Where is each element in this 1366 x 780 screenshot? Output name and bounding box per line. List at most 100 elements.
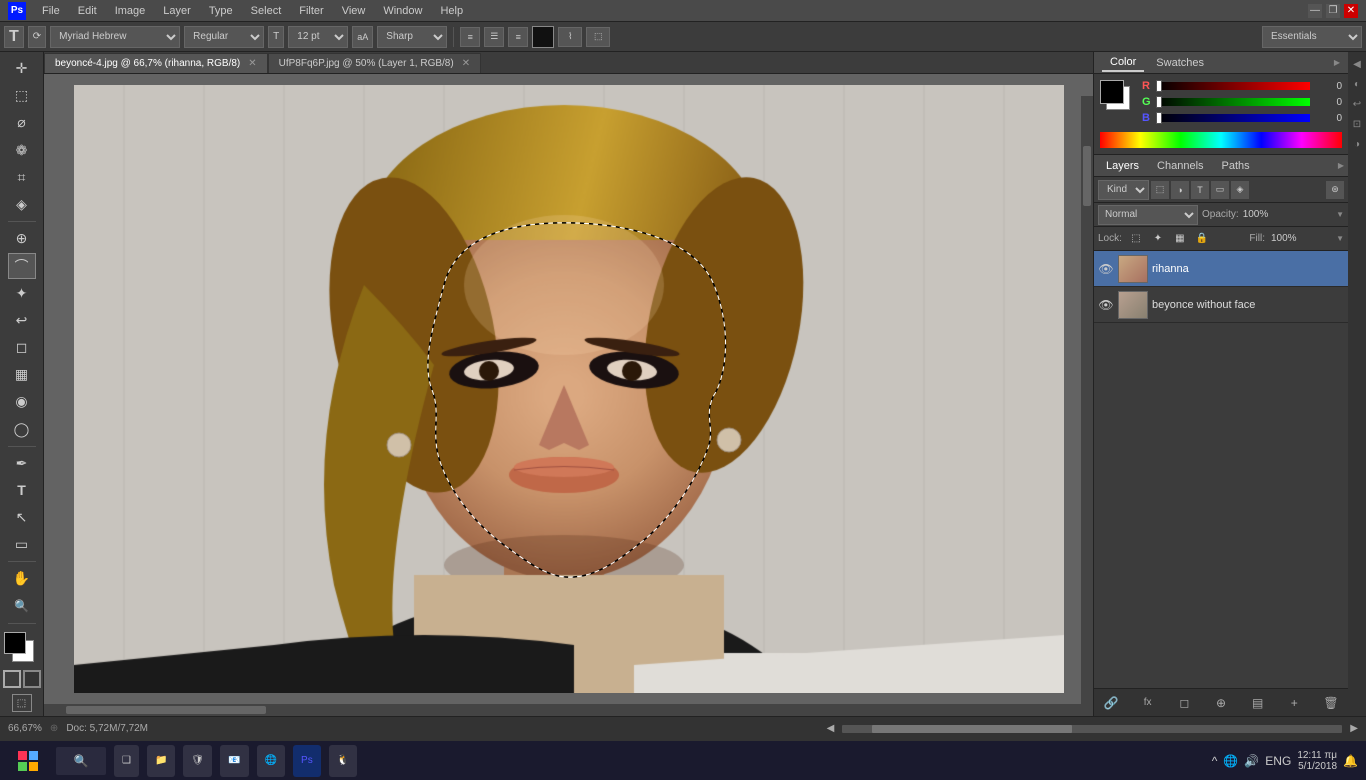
b-slider[interactable] bbox=[1156, 114, 1310, 122]
notification-icon[interactable]: 🔔 bbox=[1343, 754, 1358, 768]
filter-toggle-btn[interactable]: ⊛ bbox=[1326, 181, 1344, 199]
canvas-hscroll-thumb[interactable] bbox=[66, 706, 266, 714]
workspace-select[interactable]: Essentials bbox=[1262, 26, 1362, 48]
taskbar-mail[interactable]: 📧 bbox=[220, 745, 248, 777]
history-icon-btn[interactable]: ↩ bbox=[1349, 96, 1365, 112]
menu-window[interactable]: Window bbox=[375, 3, 430, 19]
b-thumb[interactable] bbox=[1156, 112, 1162, 124]
g-thumb[interactable] bbox=[1156, 96, 1162, 108]
menu-edit[interactable]: Edit bbox=[70, 3, 105, 19]
anti-alias-select[interactable]: Sharp bbox=[377, 26, 447, 48]
layer-item-beyonce[interactable]: 👁 beyonce without face bbox=[1094, 287, 1348, 323]
move-tool[interactable]: ✛ bbox=[8, 56, 36, 81]
align-left-btn[interactable]: ≡ bbox=[460, 27, 480, 47]
network-icon[interactable]: 🌐 bbox=[1223, 754, 1238, 768]
gradient-tool[interactable]: ▦ bbox=[8, 362, 36, 387]
screen-mode-btn[interactable]: ⬚ bbox=[12, 694, 32, 712]
lasso-tool[interactable]: ⌀ bbox=[8, 110, 36, 135]
tab-beyonce-close[interactable]: ✕ bbox=[248, 58, 256, 69]
add-layer-style-btn[interactable]: fx bbox=[1139, 694, 1157, 712]
dodge-tool[interactable]: ◯ bbox=[8, 417, 36, 442]
smart-filter-btn[interactable]: ◈ bbox=[1231, 181, 1249, 199]
menu-file[interactable]: File bbox=[34, 3, 68, 19]
color-spectrum-bar[interactable] bbox=[1100, 132, 1342, 148]
menu-layer[interactable]: Layer bbox=[155, 3, 199, 19]
sound-icon[interactable]: 🔊 bbox=[1244, 754, 1259, 768]
font-style-select[interactable]: Regular bbox=[184, 26, 264, 48]
tab-paths[interactable]: Paths bbox=[1214, 158, 1258, 174]
taskbar-explorer[interactable]: 📁 bbox=[147, 745, 175, 777]
clone-stamp-tool[interactable]: ✦ bbox=[8, 281, 36, 306]
adj-filter-btn[interactable]: ◑ bbox=[1171, 181, 1189, 199]
r-slider[interactable] bbox=[1156, 82, 1310, 90]
eyedropper-tool[interactable]: ◈ bbox=[8, 192, 36, 217]
add-mask-btn[interactable]: ◻ bbox=[1175, 694, 1193, 712]
maximize-button[interactable]: ❐ bbox=[1326, 4, 1340, 18]
fg-color-preview[interactable] bbox=[1100, 80, 1124, 104]
opacity-value[interactable]: 100% bbox=[1243, 209, 1269, 220]
new-layer-btn[interactable]: + bbox=[1285, 694, 1303, 712]
h-scroll-thumb[interactable] bbox=[872, 725, 1072, 733]
layer-item-rihanna[interactable]: 👁 rihanna bbox=[1094, 251, 1348, 287]
tab-color[interactable]: Color bbox=[1102, 54, 1144, 72]
align-right-btn[interactable]: ≡ bbox=[508, 27, 528, 47]
canvas-vscroll[interactable] bbox=[1081, 96, 1093, 704]
warp-text-btn[interactable]: ⌇ bbox=[558, 27, 582, 47]
taskbar-task-view[interactable]: ❑ bbox=[114, 745, 139, 777]
tab-swatches[interactable]: Swatches bbox=[1148, 55, 1212, 71]
tab-beyonce[interactable]: beyoncé-4.jpg @ 66,7% (rihanna, RGB/8) ✕ bbox=[44, 53, 268, 73]
canvas-hscroll[interactable] bbox=[44, 704, 1093, 716]
quick-mask-btn[interactable] bbox=[23, 670, 41, 688]
color-icon-btn[interactable]: ◐ bbox=[1349, 76, 1365, 92]
font-family-select[interactable]: Myriad Hebrew bbox=[50, 26, 180, 48]
properties-icon-btn[interactable]: ⊡ bbox=[1349, 116, 1365, 132]
taskbar-photoshop[interactable]: Ps bbox=[293, 745, 321, 777]
fill-value[interactable]: 100% bbox=[1271, 233, 1297, 244]
text-color-swatch[interactable] bbox=[532, 26, 554, 48]
blend-mode-select[interactable]: Normal bbox=[1098, 205, 1198, 225]
tab-ufp8[interactable]: UfP8Fq6P.jpg @ 50% (Layer 1, RGB/8) ✕ bbox=[268, 53, 481, 73]
document-canvas[interactable] bbox=[74, 85, 1064, 693]
tab-channels[interactable]: Channels bbox=[1149, 158, 1211, 174]
lock-pixels-btn[interactable]: ⬚ bbox=[1128, 231, 1144, 247]
color-panel-menu[interactable]: ▶ bbox=[1334, 58, 1340, 67]
layer-visibility-rihanna[interactable]: 👁 bbox=[1098, 261, 1114, 277]
new-adjustment-btn[interactable]: ⊕ bbox=[1212, 694, 1230, 712]
lock-all-btn[interactable]: 🔒 bbox=[1194, 231, 1210, 247]
collapse-panel-btn[interactable]: ◀ bbox=[1349, 56, 1365, 72]
taskbar-other[interactable]: 🐧 bbox=[329, 745, 357, 777]
zoom-tool[interactable]: 🔍 bbox=[8, 593, 36, 618]
normal-mode-btn[interactable] bbox=[3, 670, 21, 688]
menu-help[interactable]: Help bbox=[432, 3, 471, 19]
navigator-left-btn[interactable]: ◀ bbox=[827, 723, 835, 734]
eraser-tool[interactable]: ◻ bbox=[8, 335, 36, 360]
menu-filter[interactable]: Filter bbox=[291, 3, 331, 19]
g-slider[interactable] bbox=[1156, 98, 1310, 106]
tab-ufp8-close[interactable]: ✕ bbox=[462, 58, 470, 69]
r-thumb[interactable] bbox=[1156, 80, 1162, 92]
align-center-btn[interactable]: ☰ bbox=[484, 27, 504, 47]
marquee-tool[interactable]: ⬚ bbox=[8, 83, 36, 108]
navigator-right-btn[interactable]: ▶ bbox=[1350, 723, 1358, 734]
fill-expand[interactable]: ▼ bbox=[1336, 234, 1344, 243]
type-filter-btn[interactable]: T bbox=[1191, 181, 1209, 199]
h-scroll-track[interactable] bbox=[842, 725, 1342, 733]
text-tool[interactable]: T bbox=[8, 478, 36, 503]
shape-filter-btn[interactable]: ▭ bbox=[1211, 181, 1229, 199]
tab-layers[interactable]: Layers bbox=[1098, 158, 1147, 174]
foreground-color-swatch[interactable] bbox=[4, 632, 26, 654]
type-orient-btn[interactable]: ⟳ bbox=[28, 26, 46, 48]
start-button[interactable] bbox=[8, 745, 48, 777]
clock[interactable]: 12:11 πμ 5/1/2018 bbox=[1297, 750, 1337, 772]
lock-position-btn[interactable]: ✦ bbox=[1150, 231, 1166, 247]
hand-tool[interactable]: ✋ bbox=[8, 566, 36, 591]
layer-visibility-beyonce[interactable]: 👁 bbox=[1098, 297, 1114, 313]
layers-panel-menu[interactable]: ▶ bbox=[1338, 161, 1344, 170]
tray-expand-icon[interactable]: ^ bbox=[1212, 754, 1218, 768]
char-panel-btn[interactable]: ⬚ bbox=[586, 27, 610, 47]
pen-tool[interactable]: ✒ bbox=[8, 451, 36, 476]
lang-indicator[interactable]: ENG bbox=[1265, 754, 1291, 768]
menu-view[interactable]: View bbox=[334, 3, 374, 19]
opacity-expand[interactable]: ▼ bbox=[1336, 210, 1344, 219]
canvas-viewport[interactable] bbox=[44, 74, 1093, 704]
